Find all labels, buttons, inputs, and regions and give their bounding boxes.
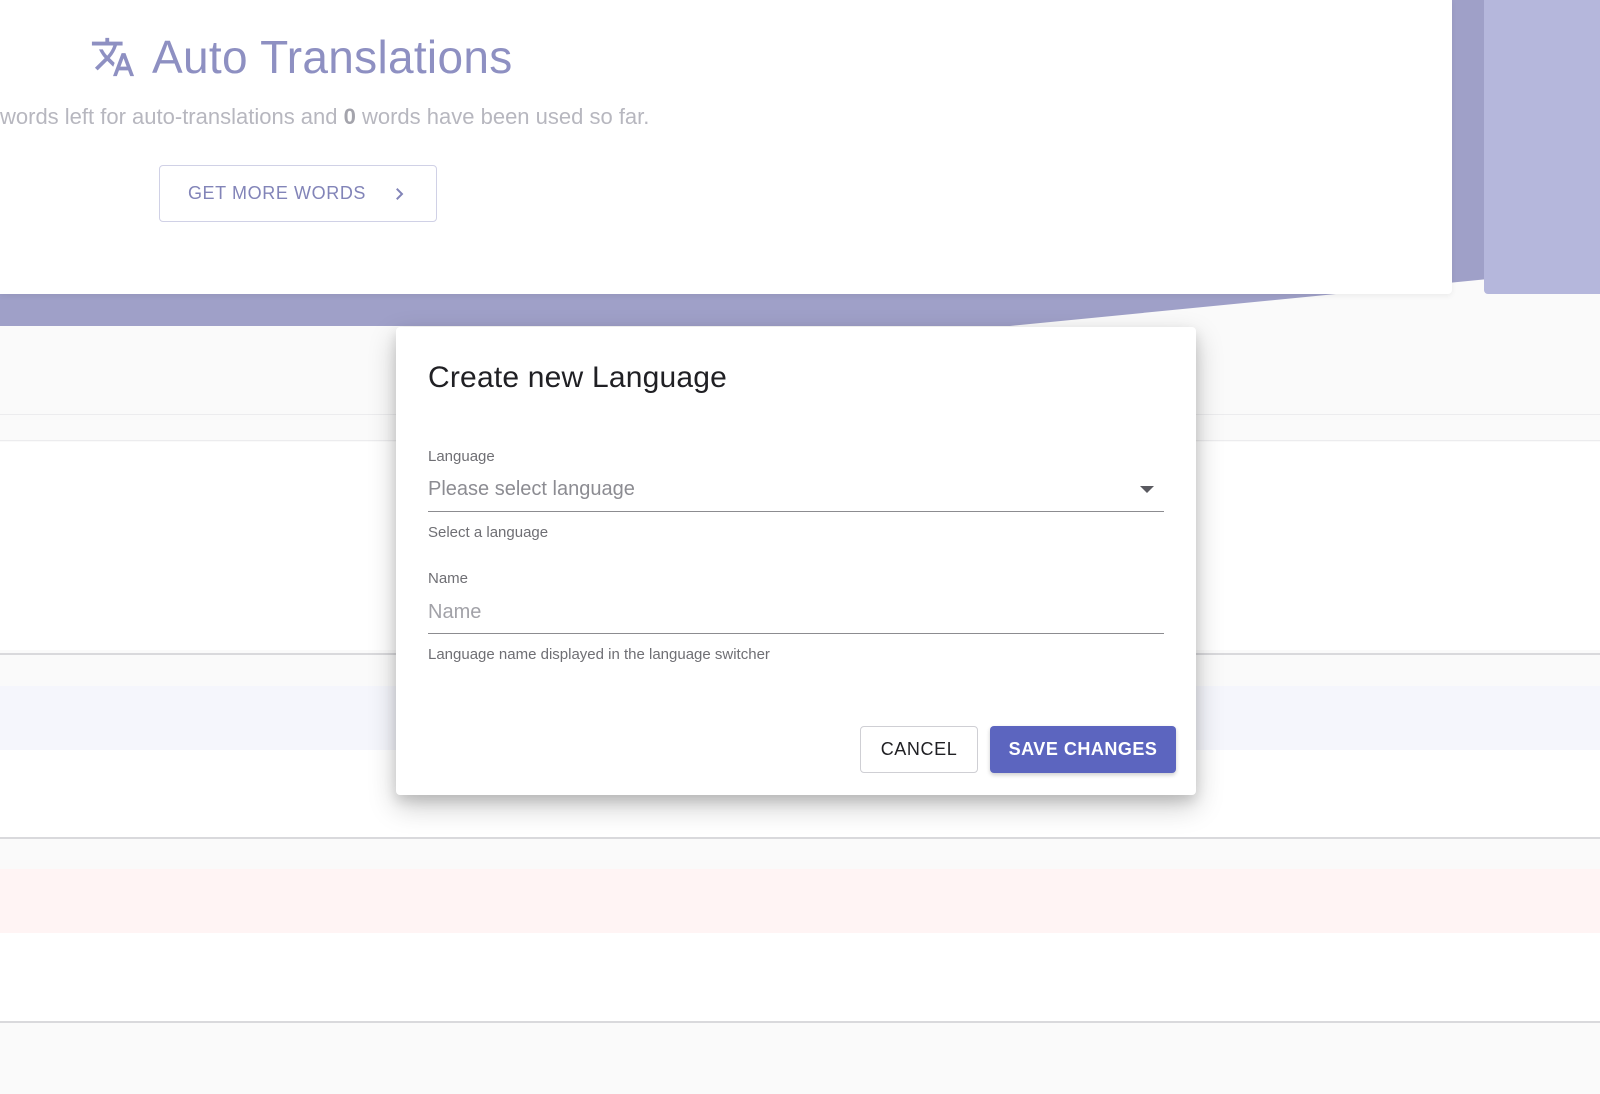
language-field-help: Select a language (428, 524, 549, 541)
page: Auto Translations words left for auto-tr… (0, 0, 1600, 1094)
create-language-dialog: Create new Language Language Please sele… (396, 327, 1196, 795)
auto-translations-card: Auto Translations words left for auto-tr… (0, 0, 1452, 294)
dialog-title: Create new Language (428, 361, 728, 394)
divider (0, 837, 1600, 839)
save-changes-button[interactable]: SAVE CHANGES (990, 726, 1176, 773)
language-select[interactable]: Please select language (428, 472, 1164, 512)
name-field-label: Name (428, 570, 469, 587)
name-field-help: Language name displayed in the language … (428, 646, 770, 663)
get-more-words-button[interactable]: GET MORE WORDS (159, 165, 437, 222)
description-suffix: words have been used so far. (355, 104, 650, 129)
cancel-button[interactable]: CANCEL (860, 726, 978, 773)
divider (0, 1021, 1600, 1023)
auto-translations-description: words left for auto-translations and 0 w… (0, 104, 649, 130)
auto-translations-title: Auto Translations (152, 31, 513, 83)
language-field-label: Language (428, 448, 495, 465)
used-words-count: 0 (343, 104, 356, 129)
get-more-words-label: GET MORE WORDS (187, 183, 367, 203)
name-field-control (428, 594, 1164, 634)
translate-icon (90, 34, 136, 80)
list-item (0, 933, 1600, 1021)
name-input[interactable] (428, 594, 1128, 630)
auto-translations-header: Auto Translations (90, 30, 513, 84)
chevron-right-icon (390, 185, 408, 203)
description-prefix: words left for auto-translations and (0, 104, 344, 129)
language-select-value: Please select language (428, 478, 635, 500)
list-item-error (0, 869, 1600, 933)
dropdown-caret-icon[interactable] (1140, 486, 1154, 494)
side-panel (1484, 0, 1600, 294)
